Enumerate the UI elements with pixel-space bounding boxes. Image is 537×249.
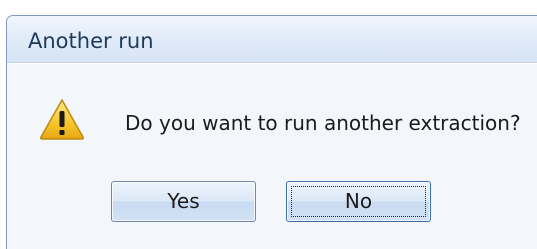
page: Another run Do you want to run another e… (0, 0, 537, 249)
message-dialog: Another run Do you want to run another e… (6, 15, 537, 249)
dialog-title: Another run (28, 29, 154, 53)
no-button-label: No (344, 189, 373, 213)
dialog-body: Do you want to run another extraction? Y… (7, 63, 537, 249)
dialog-message: Do you want to run another extraction? (125, 111, 521, 135)
warning-icon (39, 99, 85, 140)
no-button[interactable]: No (286, 181, 431, 222)
yes-button-label: Yes (167, 189, 200, 213)
yes-button[interactable]: Yes (111, 181, 256, 222)
title-bar[interactable]: Another run (7, 16, 537, 63)
